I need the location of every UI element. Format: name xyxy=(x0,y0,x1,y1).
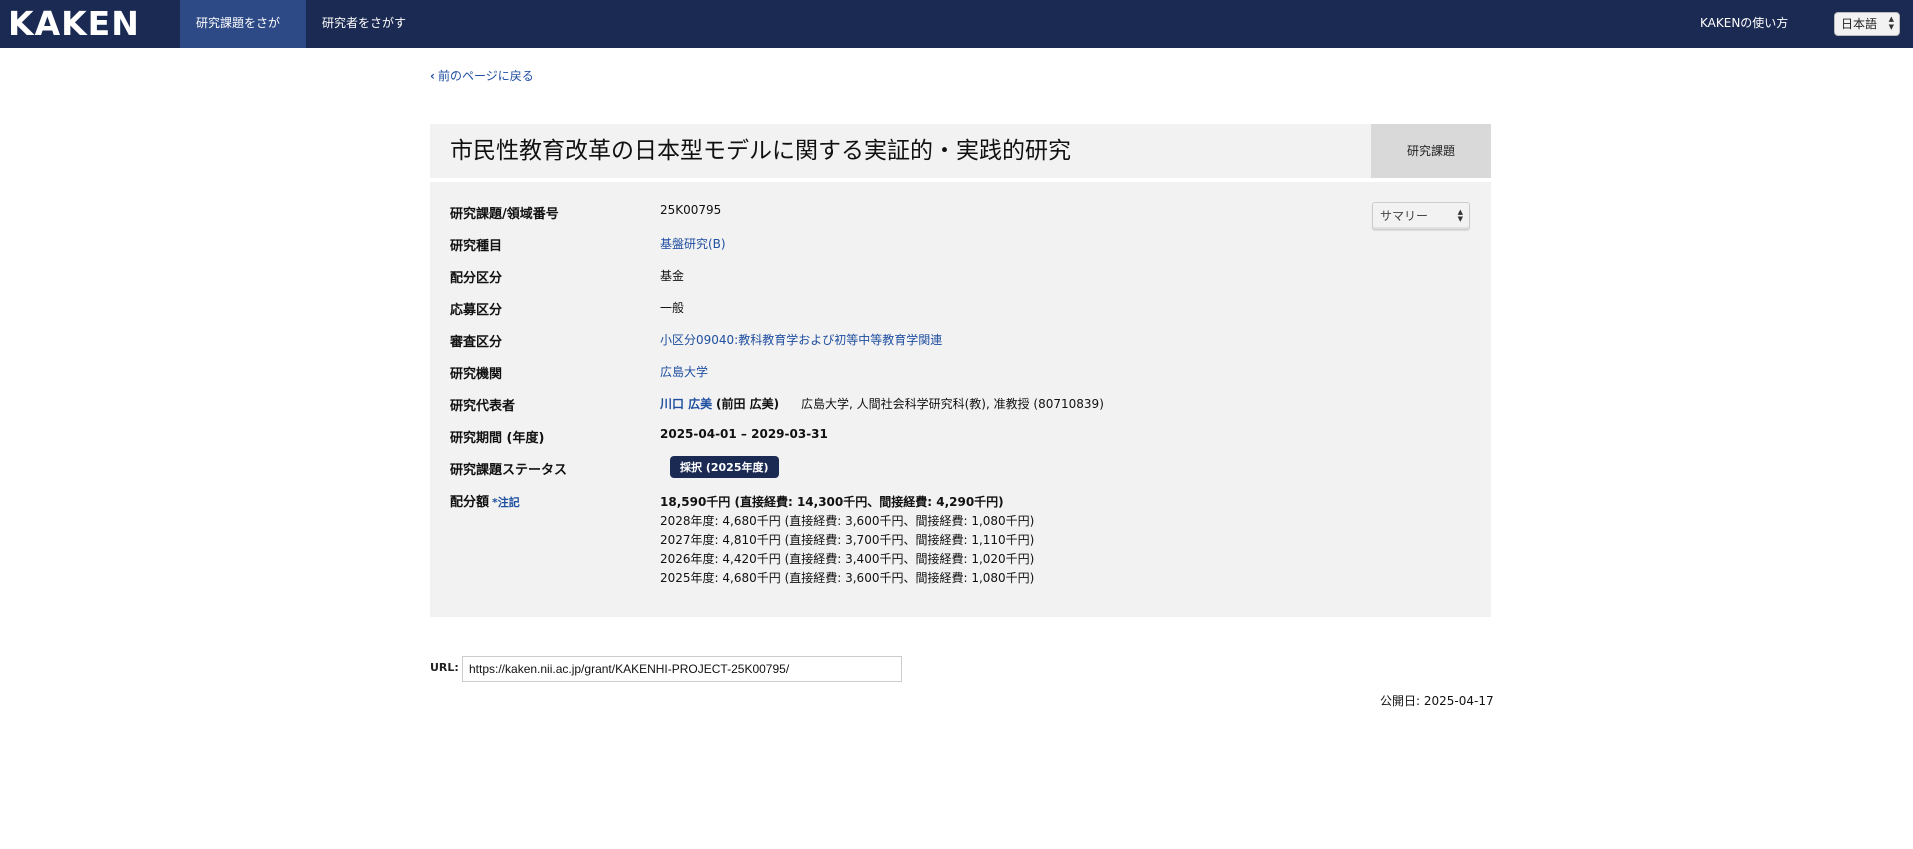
period-value: 2025-04-01 – 2029-03-31 xyxy=(660,427,828,441)
investigator-former-name: (前田 広美) xyxy=(716,397,780,411)
principal-investigator-label: 研究代表者 xyxy=(450,399,516,414)
category-link[interactable]: 基盤研究(B) xyxy=(660,235,726,252)
budget-year-row: 2027年度: 4,810千円 (直接経費: 3,700千円、間接経費: 1,1… xyxy=(660,533,1035,547)
investigator-affiliation: 広島大学, 人間社会科学研究科(教), 准教授 (80710839) xyxy=(801,397,1104,411)
status-label: 研究課題ステータス xyxy=(450,463,568,478)
period-label: 研究期間 (年度) xyxy=(450,431,545,446)
institution-label: 研究機関 xyxy=(450,367,503,382)
principal-investigator-value: 川口 広美 (前田 広美) 広島大学, 人間社会科学研究科(教), 准教授 (8… xyxy=(660,395,1104,412)
application-label: 応募区分 xyxy=(450,303,503,318)
budget-year-row: 2028年度: 4,680千円 (直接経費: 3,600千円、間接経費: 1,0… xyxy=(660,514,1035,528)
view-mode-value: サマリー xyxy=(1380,209,1429,223)
tab-search-projects[interactable]: 研究課題をさがす xyxy=(180,0,306,76)
how-to-use-link[interactable]: KAKENの使い方 xyxy=(1700,0,1788,48)
select-arrows-icon: ▲ ▼ xyxy=(1457,208,1463,223)
project-number-label: 研究課題/領域番号 xyxy=(450,207,559,222)
status-badge: 採択 (2025年度) xyxy=(670,456,779,478)
budget-label-wrap: 配分額 *注記 xyxy=(450,491,520,510)
budget-year-row: 2026年度: 4,420千円 (直接経費: 3,400千円、間接経費: 1,0… xyxy=(660,552,1035,566)
project-number-value: 25K00795 xyxy=(660,203,722,217)
institution-link[interactable]: 広島大学 xyxy=(660,363,708,380)
kaken-logo[interactable]: KAKEN xyxy=(8,6,140,42)
back-link-label: 前のページに戻る xyxy=(437,69,534,83)
allocation-value: 基金 xyxy=(660,269,685,283)
budget-note-link[interactable]: *注記 xyxy=(492,496,520,509)
category-label: 研究種目 xyxy=(450,239,503,254)
allocation-label: 配分区分 xyxy=(450,271,503,286)
top-navigation-bar: KAKEN 研究課題をさがす 研究者をさがす KAKENの使い方 日本語 ▲ ▼ xyxy=(0,0,1913,76)
tab-search-researchers[interactable]: 研究者をさがす xyxy=(306,0,424,48)
language-select-value: 日本語 xyxy=(1841,17,1878,31)
url-label: URL: xyxy=(430,661,459,674)
url-field[interactable] xyxy=(462,656,902,682)
budget-year-row: 2025年度: 4,680千円 (直接経費: 3,600千円、間接経費: 1,0… xyxy=(660,571,1035,585)
select-arrows-icon: ▲ ▼ xyxy=(1888,15,1894,31)
review-section-label: 審査区分 xyxy=(450,335,503,350)
application-value: 一般 xyxy=(660,301,685,315)
investigator-name-link[interactable]: 川口 広美 xyxy=(660,397,712,411)
record-type-label: 研究課題 xyxy=(1371,124,1491,178)
status-value: 採択 (2025年度) xyxy=(660,456,779,478)
budget-total: 18,590千円 (直接経費: 14,300千円、間接経費: 4,290千円) xyxy=(660,495,1004,509)
budget-label: 配分額 xyxy=(450,495,490,510)
back-link[interactable]: ‹ 前のページに戻る xyxy=(430,67,534,84)
page-title: 市民性教育改革の日本型モデルに関する実証的・実践的研究 xyxy=(450,138,1071,164)
published-date: 公開日: 2025-04-17 xyxy=(1380,694,1494,708)
project-title-panel: 市民性教育改革の日本型モデルに関する実証的・実践的研究 研究課題 xyxy=(430,124,1491,178)
language-select[interactable]: 日本語 ▲ ▼ xyxy=(1834,12,1900,36)
view-mode-select[interactable]: サマリー ▲ ▼ xyxy=(1372,202,1470,230)
review-section-link[interactable]: 小区分09040:教科教育学および初等中等教育学関連 xyxy=(660,331,942,348)
chevron-left-icon: ‹ xyxy=(430,69,435,83)
